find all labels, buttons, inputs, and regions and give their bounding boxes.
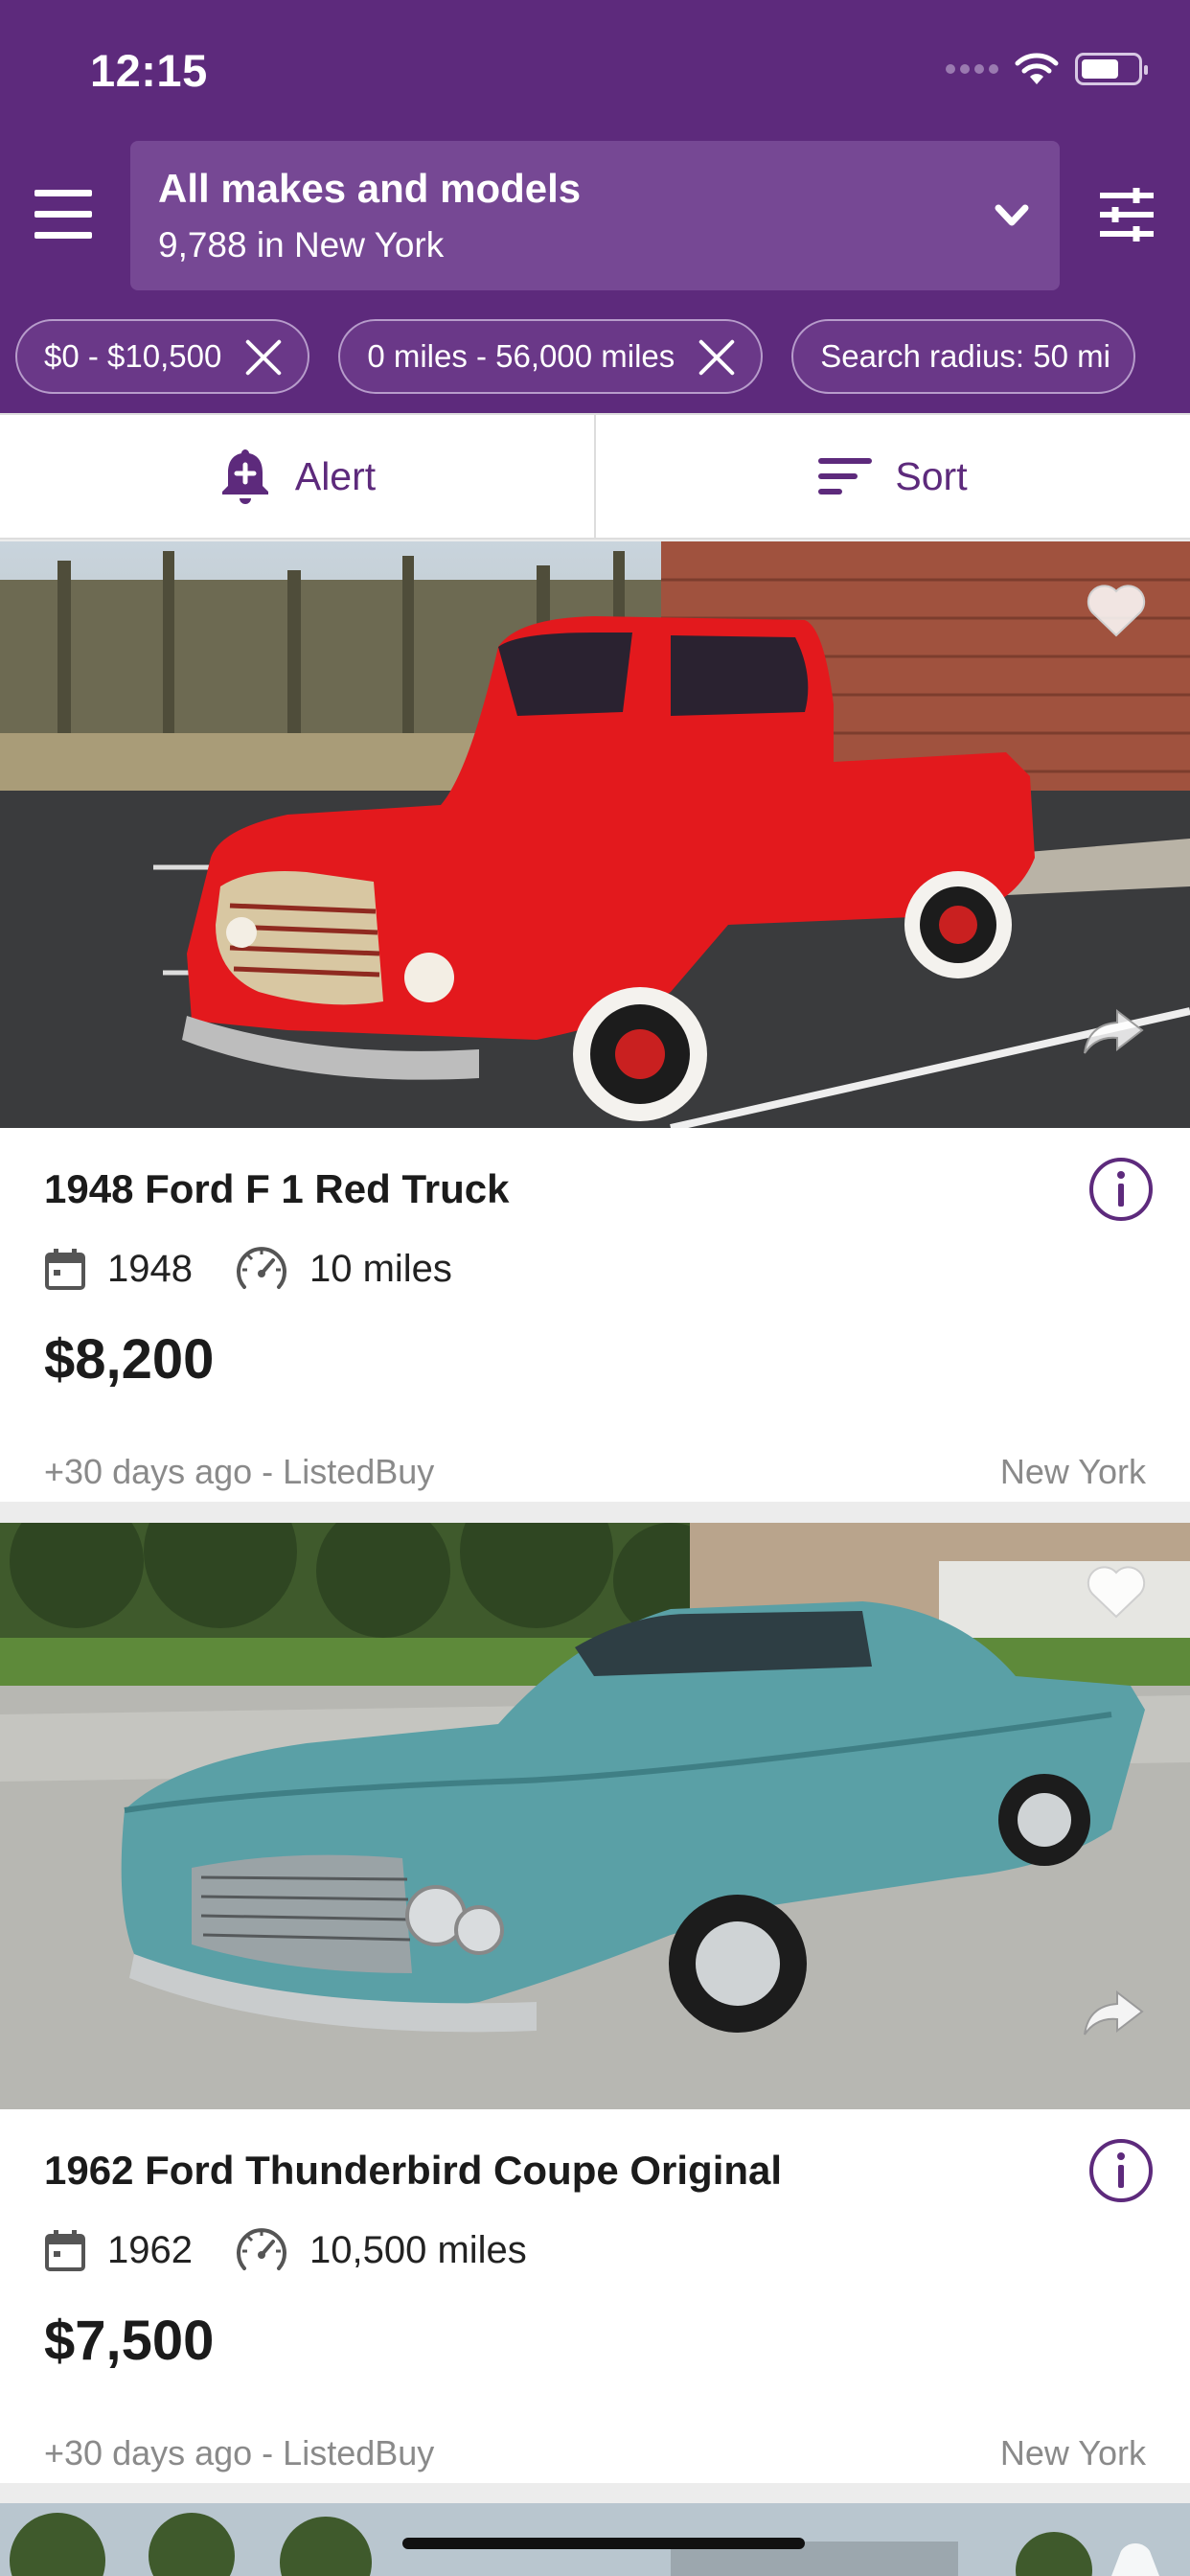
battery-icon [1075, 53, 1148, 85]
bell-plus-icon [221, 449, 268, 504]
status-time: 12:15 [90, 45, 208, 96]
listing-card[interactable]: 1962 Ford Thunderbird Coupe Original 196… [0, 1523, 1190, 2483]
sort-icon [818, 458, 873, 494]
close-icon[interactable] [696, 335, 738, 378]
chip-label: $0 - $10,500 [44, 338, 222, 374]
listing-price: $7,500 [44, 2310, 215, 2372]
menu-button[interactable] [34, 190, 92, 240]
heart-icon[interactable] [1085, 1563, 1148, 1621]
wifi-icon [1015, 53, 1059, 84]
alert-label: Alert [294, 453, 377, 498]
listing-meta: 1962 10,500 miles [44, 2226, 527, 2274]
listing-mileage: 10 miles [309, 1247, 452, 1290]
chip-label: Search radius: 50 mi [820, 338, 1110, 374]
calendar-icon [44, 2228, 86, 2272]
home-indicator[interactable] [402, 2538, 805, 2549]
app-header: 12:15 All makes and models 9,788 in New … [0, 0, 1190, 413]
sort-label: Sort [895, 453, 968, 498]
info-icon[interactable] [1088, 1157, 1154, 1222]
listing-photo[interactable] [0, 1523, 1190, 2109]
alert-button[interactable]: Alert [0, 415, 594, 538]
listing-posted: +30 days ago - ListedBuy [44, 2433, 435, 2472]
listing-posted: +30 days ago - ListedBuy [44, 1452, 435, 1491]
share-icon[interactable] [1083, 1007, 1144, 1057]
radius-filter-chip[interactable]: Search radius: 50 mi [791, 319, 1135, 394]
listing-title[interactable]: 1948 Ford F 1 Red Truck [44, 1166, 510, 1212]
calendar-icon [44, 1247, 86, 1291]
listing-price: $8,200 [44, 1328, 215, 1391]
close-icon[interactable] [242, 335, 285, 378]
heart-icon[interactable] [1085, 582, 1148, 639]
status-icons [946, 52, 1148, 86]
selector-subtitle: 9,788 in New York [158, 225, 445, 264]
info-icon[interactable] [1088, 2138, 1154, 2203]
cellular-signal-icon [946, 64, 998, 74]
listing-year: 1948 [107, 1247, 193, 1290]
selector-title: All makes and models [158, 166, 582, 211]
mileage-filter-chip[interactable]: 0 miles - 56,000 miles [338, 319, 764, 394]
share-icon[interactable] [1083, 1989, 1144, 2038]
chevron-down-icon [995, 204, 1029, 226]
make-model-selector[interactable]: All makes and models 9,788 in New York [130, 141, 1060, 290]
price-filter-chip[interactable]: $0 - $10,500 [15, 319, 310, 394]
listing-mileage: 10,500 miles [309, 2228, 527, 2271]
action-bar: Alert Sort [0, 413, 1190, 540]
filter-sliders-icon[interactable] [1098, 188, 1156, 242]
listing-meta: 1948 10 miles [44, 1245, 452, 1293]
listing-location: New York [999, 1452, 1146, 1491]
listing-photo[interactable] [0, 541, 1190, 1128]
listing-year: 1962 [107, 2228, 193, 2271]
listing-card[interactable]: 1948 Ford F 1 Red Truck 1948 10 miles $8… [0, 541, 1190, 1502]
filter-chips: $0 - $10,500 0 miles - 56,000 miles Sear… [15, 319, 1135, 394]
sort-button[interactable]: Sort [594, 415, 1190, 538]
chip-label: 0 miles - 56,000 miles [367, 338, 675, 374]
speedometer-icon [235, 1245, 288, 1293]
listing-title[interactable]: 1962 Ford Thunderbird Coupe Original [44, 2148, 782, 2194]
listing-location: New York [999, 2433, 1146, 2472]
speedometer-icon [235, 2226, 288, 2274]
